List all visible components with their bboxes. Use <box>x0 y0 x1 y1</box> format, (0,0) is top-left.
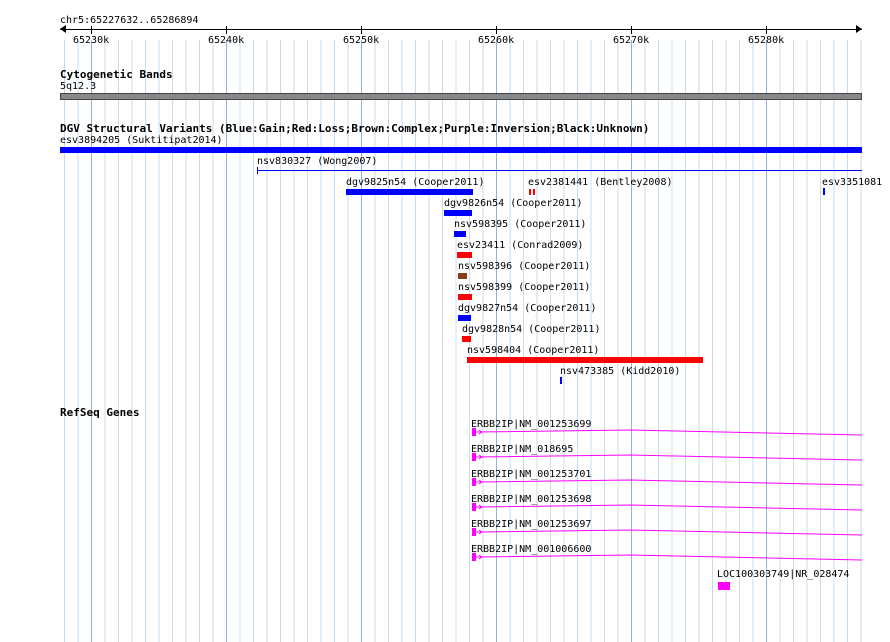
gene-label: LOC100303749|NR_028474 <box>717 569 850 580</box>
gene-label: ERBB2IP|NM_001253697 <box>471 519 592 530</box>
gene-label: ERBB2IP|NM_001253701 <box>471 469 592 480</box>
gene-label: ERBB2IP|NM_001006600 <box>471 544 592 555</box>
gene-label: ERBB2IP|NM_001253699 <box>471 419 592 430</box>
refseq-gene-models <box>472 428 863 561</box>
gene-exon[interactable] <box>718 582 730 590</box>
gene-label: ERBB2IP|NM_018695 <box>471 444 574 455</box>
gene-label: ERBB2IP|NM_001253698 <box>471 494 592 505</box>
genome-browser-canvas[interactable]: chr5:65227632..65286894 65230k 65240k 65… <box>0 0 890 642</box>
